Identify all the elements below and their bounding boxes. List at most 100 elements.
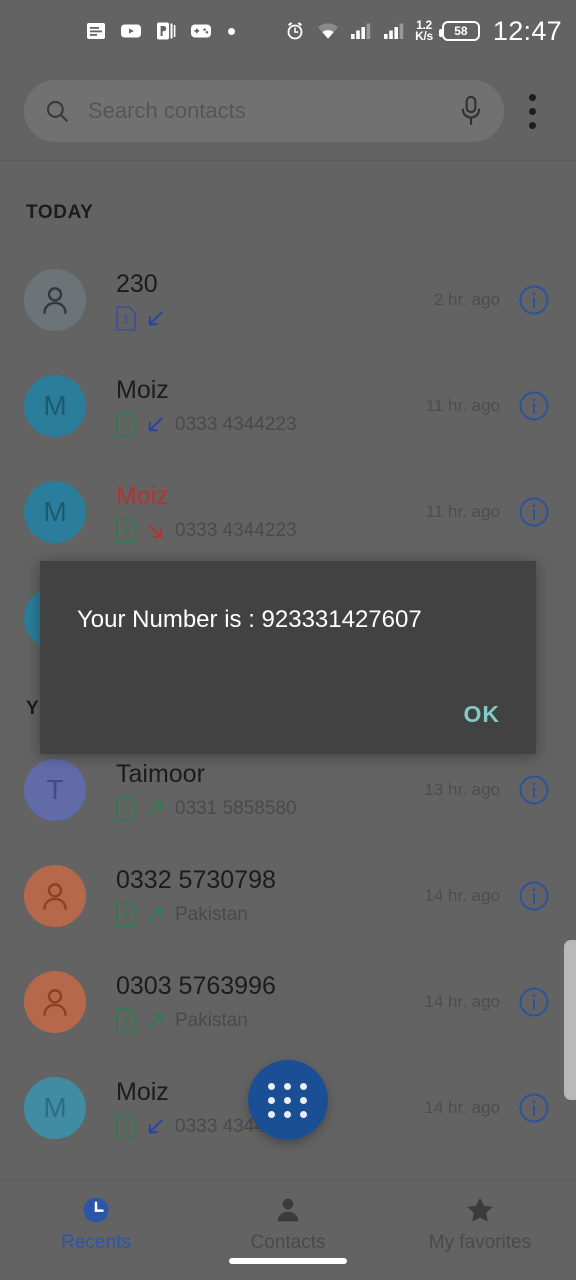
call-details-info-button[interactable]	[518, 986, 550, 1018]
nav-item-recents[interactable]: Recents	[0, 1195, 192, 1254]
signal-sim1-icon	[351, 23, 371, 39]
avatar[interactable]: M	[24, 375, 86, 437]
section-header-today: TODAY	[26, 202, 94, 223]
dialog-message: Your Number is : 923331427607	[77, 606, 422, 633]
call-row-subline: 2 0333 4344223	[116, 412, 426, 437]
call-direction-outgoing-icon	[145, 1010, 166, 1031]
call-direction-incoming-icon	[145, 1116, 166, 1137]
news-icon	[87, 23, 105, 39]
dialog-ok-button[interactable]: OK	[464, 701, 501, 728]
call-details-info-button[interactable]	[518, 1092, 550, 1124]
call-row-subline: 2 0331 5858580	[116, 796, 424, 821]
status-bar-system-icons: 1.2 K/s 58 12:47	[283, 16, 562, 47]
call-details-info-button[interactable]	[518, 774, 550, 806]
call-row-timestamp: 13 hr. ago	[424, 780, 500, 799]
dialpad-fab[interactable]	[248, 1060, 328, 1140]
call-details-info-button[interactable]	[518, 284, 550, 316]
call-log-row[interactable]: 0303 5763996 2 Pakistan 14 hr. ago	[0, 949, 576, 1055]
call-log-row[interactable]: M Moiz 2 0333 4344223 11 hr. ago	[0, 353, 576, 459]
microphone-icon[interactable]	[458, 94, 484, 128]
call-direction-incoming-icon	[145, 308, 166, 329]
search-icon	[46, 100, 68, 122]
call-row-timestamp: 14 hr. ago	[424, 1098, 500, 1117]
avatar[interactable]	[24, 971, 86, 1033]
sim-badge-icon: 2	[116, 1114, 136, 1139]
call-log-row[interactable]: 230 12 hr. ago	[0, 247, 576, 353]
nav-item-my-favorites[interactable]: My favorites	[384, 1195, 576, 1254]
svg-text:1: 1	[123, 312, 130, 326]
call-details-info-button[interactable]	[518, 496, 550, 528]
status-bar-notification-icons	[84, 19, 235, 43]
youtube-icon	[121, 24, 141, 38]
call-row-details: Moiz 2 0333 4344223	[116, 481, 426, 543]
kebab-dot-1	[528, 93, 536, 101]
wifi-icon	[318, 23, 339, 39]
call-row-name: 0332 5730798	[116, 866, 276, 894]
svg-text:2: 2	[123, 802, 130, 816]
sim-badge-icon: 1	[116, 306, 136, 331]
svg-text:2: 2	[123, 908, 130, 922]
sim-badge-icon: 2	[116, 412, 136, 437]
alarm-icon	[287, 22, 303, 40]
call-direction-incoming-icon	[145, 414, 166, 435]
call-row-details: 0332 5730798 2 Pakistan	[116, 865, 424, 927]
bottom-navigation: Recents Contacts My favorites	[0, 1180, 576, 1280]
call-row-details: Moiz 2 0333 4344223	[116, 375, 426, 437]
call-row-number: Pakistan	[175, 1009, 248, 1031]
gesture-navigation-bar	[229, 1258, 347, 1264]
call-details-info-button[interactable]	[518, 880, 550, 912]
dialpad-icon	[267, 1082, 309, 1118]
svg-text:2: 2	[123, 1120, 130, 1134]
call-direction-missed-icon	[145, 520, 166, 541]
clock-icon	[83, 1197, 109, 1223]
avatar[interactable]: T	[24, 759, 86, 821]
nav-label-my-favorites: My favorites	[428, 1232, 532, 1253]
network-speed-indicator: 1.2 K/s	[415, 19, 433, 43]
call-row-timestamp: 14 hr. ago	[424, 886, 500, 905]
call-row-timestamp: 2 hr. ago	[433, 290, 500, 309]
call-row-name: 230	[116, 270, 158, 298]
list-scrollbar[interactable]	[564, 940, 576, 1100]
network-speed-unit: K/s	[415, 29, 433, 43]
star-icon	[467, 1197, 493, 1222]
svg-text:2: 2	[123, 524, 130, 538]
call-row-name: Moiz	[116, 376, 169, 404]
call-row-details: Taimoor 2 0331 5858580	[116, 759, 424, 821]
battery-icon: 58	[438, 21, 480, 41]
sim-badge-icon: 2	[116, 518, 136, 543]
call-row-number: Pakistan	[175, 903, 248, 925]
avatar[interactable]: M	[24, 1077, 86, 1139]
call-direction-outgoing-icon	[145, 798, 166, 819]
call-row-details: 0303 5763996 2 Pakistan	[116, 971, 424, 1033]
app-header: Search contacts	[0, 62, 576, 161]
kebab-dot-3	[528, 121, 536, 129]
call-row-details: 230 1	[116, 269, 434, 331]
status-bar-clock: 12:47	[492, 15, 562, 46]
sim-badge-icon: 2	[116, 1008, 136, 1033]
kebab-dot-2	[528, 107, 536, 115]
call-log-row[interactable]: M Moiz 2 0333 4344223 11 hr. ago	[0, 459, 576, 565]
svg-text:2: 2	[123, 1014, 130, 1028]
search-input[interactable]: Search contacts	[88, 98, 458, 124]
call-row-timestamp: 11 hr. ago	[425, 502, 500, 521]
nav-label-recents: Recents	[61, 1232, 131, 1253]
avatar[interactable]	[24, 865, 86, 927]
call-row-number: 0333 4344223	[175, 519, 297, 541]
avatar[interactable]	[24, 269, 86, 331]
call-row-timestamp: 14 hr. ago	[424, 992, 500, 1011]
dot-icon	[228, 27, 235, 35]
call-row-timestamp: 11 hr. ago	[425, 396, 500, 415]
sim-badge-icon: 2	[116, 796, 136, 821]
call-log-row[interactable]: 0332 5730798 2 Pakistan 14 hr. ago	[0, 843, 576, 949]
call-row-subline: 2 0333 4344223	[116, 518, 426, 543]
overflow-menu-button[interactable]	[506, 80, 558, 142]
signal-sim2-icon	[384, 23, 404, 39]
call-row-number: 0331 5858580	[175, 797, 297, 819]
call-row-number: 0333 4344223	[175, 413, 297, 435]
search-bar[interactable]: Search contacts	[24, 80, 504, 142]
call-details-info-button[interactable]	[518, 390, 550, 422]
svg-text:2: 2	[123, 418, 130, 432]
nav-item-contacts[interactable]: Contacts	[192, 1195, 384, 1254]
number-dialog: Your Number is : 923331427607 OK	[40, 561, 536, 754]
avatar[interactable]: M	[24, 481, 86, 543]
